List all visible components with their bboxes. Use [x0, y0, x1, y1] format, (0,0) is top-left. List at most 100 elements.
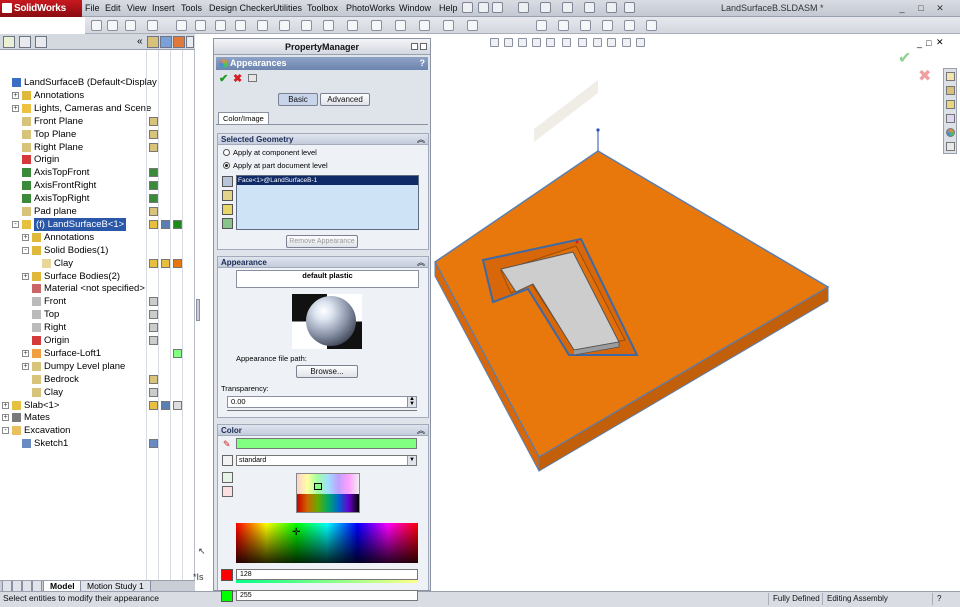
tree-item[interactable]: + Dumpy Level plane	[0, 360, 195, 373]
tree-item[interactable]: AxisFrontRight	[0, 179, 195, 192]
display-state-icon[interactable]	[161, 400, 170, 410]
palette-options-icon[interactable]	[222, 455, 233, 466]
solidworks-logo[interactable]: SolidWorks	[0, 0, 82, 17]
tab-basic[interactable]: Basic	[278, 93, 318, 106]
display-state-icon[interactable]	[173, 219, 182, 229]
pane-splitter[interactable]: ↖ *Is	[193, 34, 213, 591]
display-style-icon[interactable]	[558, 20, 569, 31]
menu-help[interactable]: Help	[439, 3, 458, 13]
display-state-icon[interactable]	[149, 258, 158, 268]
selection-list-item[interactable]: Face<1>@LandSurfaceB-1	[237, 176, 418, 185]
collapse-section-icon[interactable]: ︽	[417, 134, 425, 145]
select-bodies-icon[interactable]	[222, 190, 233, 201]
ok-check-icon[interactable]: ✔	[219, 72, 228, 85]
menu-insert[interactable]: Insert	[152, 3, 175, 13]
select-parts-icon[interactable]	[222, 218, 233, 229]
hide-show-pane-icon[interactable]	[160, 36, 172, 48]
new-icon[interactable]	[478, 2, 489, 13]
slab-model[interactable]	[434, 80, 830, 472]
tree-item[interactable]: Right Plane	[0, 141, 195, 154]
selected-swatch[interactable]	[314, 483, 322, 490]
green-channel-input[interactable]: 255	[236, 590, 418, 601]
radio-component-level[interactable]	[223, 149, 230, 156]
solidworks-resources-icon[interactable]	[946, 72, 955, 81]
add-swatch-icon[interactable]	[222, 472, 233, 483]
tree-item[interactable]: + Surface-Loft1	[0, 347, 195, 360]
photoworks-tool-icon[interactable]	[443, 20, 454, 31]
display-state-icon[interactable]	[149, 129, 158, 139]
collapse-icon[interactable]: -	[12, 220, 19, 228]
configurationmanager-tab-icon[interactable]	[35, 36, 47, 48]
tab-color-image[interactable]: Color/Image	[218, 112, 269, 124]
select-features-icon[interactable]	[222, 204, 233, 215]
spectrum-crosshair-icon[interactable]: ✛	[292, 527, 300, 538]
hide-lines-icon[interactable]	[580, 20, 591, 31]
expand-icon[interactable]: +	[12, 91, 19, 99]
display-state-icon[interactable]	[161, 258, 170, 268]
dark-swatch-row[interactable]	[297, 494, 359, 512]
preview-icon[interactable]	[248, 74, 257, 82]
tree-item[interactable]: + Annotations	[0, 89, 195, 102]
collapse-chevron-icon[interactable]: «	[137, 36, 143, 47]
appearance-pane-icon[interactable]	[173, 36, 185, 48]
display-state-icon[interactable]	[149, 323, 158, 333]
expand-icon[interactable]: +	[22, 362, 29, 370]
display-state-icon[interactable]	[149, 194, 158, 204]
tree-item[interactable]: AxisTopFront	[0, 166, 195, 179]
view-settings-icon[interactable]	[646, 20, 657, 31]
tree-item[interactable]: Right	[0, 321, 195, 334]
display-state-icon[interactable]	[149, 181, 158, 191]
transparency-pane-icon[interactable]	[186, 36, 194, 48]
search-icon[interactable]	[946, 114, 955, 123]
close-icon[interactable]: ✕	[933, 2, 947, 14]
exploded-view-icon[interactable]	[279, 20, 290, 31]
remove-swatch-icon[interactable]	[222, 486, 233, 497]
design-library-icon[interactable]	[946, 86, 955, 95]
tree-item[interactable]: - Excavation	[0, 424, 195, 437]
transparency-slider[interactable]	[227, 410, 417, 411]
expand-icon[interactable]: +	[22, 349, 29, 357]
undo-icon[interactable]	[562, 2, 573, 13]
view-orient-icon[interactable]	[536, 20, 547, 31]
pm-pin-icon[interactable]	[411, 43, 418, 50]
tree-item[interactable]: + Annotations	[0, 231, 195, 244]
display-state-icon[interactable]	[149, 219, 158, 229]
color-spectrum[interactable]: ✛	[236, 523, 418, 563]
menu-view[interactable]: View	[127, 3, 146, 13]
measure-icon[interactable]	[347, 20, 358, 31]
tree-item[interactable]: LandSurfaceB (Default<Display	[0, 76, 195, 89]
display-pane-icon[interactable]	[147, 36, 159, 48]
tree-item[interactable]: Front	[0, 295, 195, 308]
display-state-icon[interactable]	[149, 374, 158, 384]
display-state-icon[interactable]	[149, 297, 158, 307]
appearances-scenes-icon[interactable]	[946, 128, 955, 137]
pm-detach-icon[interactable]	[420, 43, 427, 50]
tree-item[interactable]: Origin	[0, 153, 195, 166]
save-icon[interactable]	[518, 2, 529, 13]
display-state-icon[interactable]	[149, 168, 158, 178]
menu-file[interactable]: File	[85, 3, 100, 13]
mate-icon[interactable]	[215, 20, 226, 31]
menu-photoworks[interactable]: PhotoWorks	[346, 3, 395, 13]
tree-item[interactable]: AxisTopRight	[0, 192, 195, 205]
rebuild-icon[interactable]	[606, 2, 617, 13]
file-explorer-icon[interactable]	[946, 100, 955, 109]
undo-tool-icon[interactable]	[125, 20, 136, 31]
tree-item[interactable]: Top	[0, 308, 195, 321]
featuremanager-tab-icon[interactable]	[3, 36, 15, 48]
collapse-section-icon[interactable]: ︽	[417, 425, 425, 436]
transparency-spinner-icon[interactable]: ▲ ▼	[407, 396, 417, 408]
menu-window[interactable]: Window	[399, 3, 431, 13]
tree-item[interactable]: + Surface Bodies(2)	[0, 270, 195, 283]
tree-item[interactable]: - Solid Bodies(1)	[0, 244, 195, 257]
graphics-area[interactable]: _ □ ✕ ✔ ✖	[431, 34, 960, 591]
tree-item[interactable]: Material <not specified>	[0, 282, 195, 295]
toolbox-tool-icon[interactable]	[467, 20, 478, 31]
print-icon[interactable]	[540, 2, 551, 13]
red-channel-slider[interactable]	[236, 580, 418, 583]
appearance-tool-icon[interactable]	[419, 20, 430, 31]
open-icon[interactable]	[492, 2, 503, 13]
hide-show-icon[interactable]	[395, 20, 406, 31]
display-state-icon[interactable]	[173, 348, 182, 358]
color-swatch-grid[interactable]	[296, 473, 360, 513]
